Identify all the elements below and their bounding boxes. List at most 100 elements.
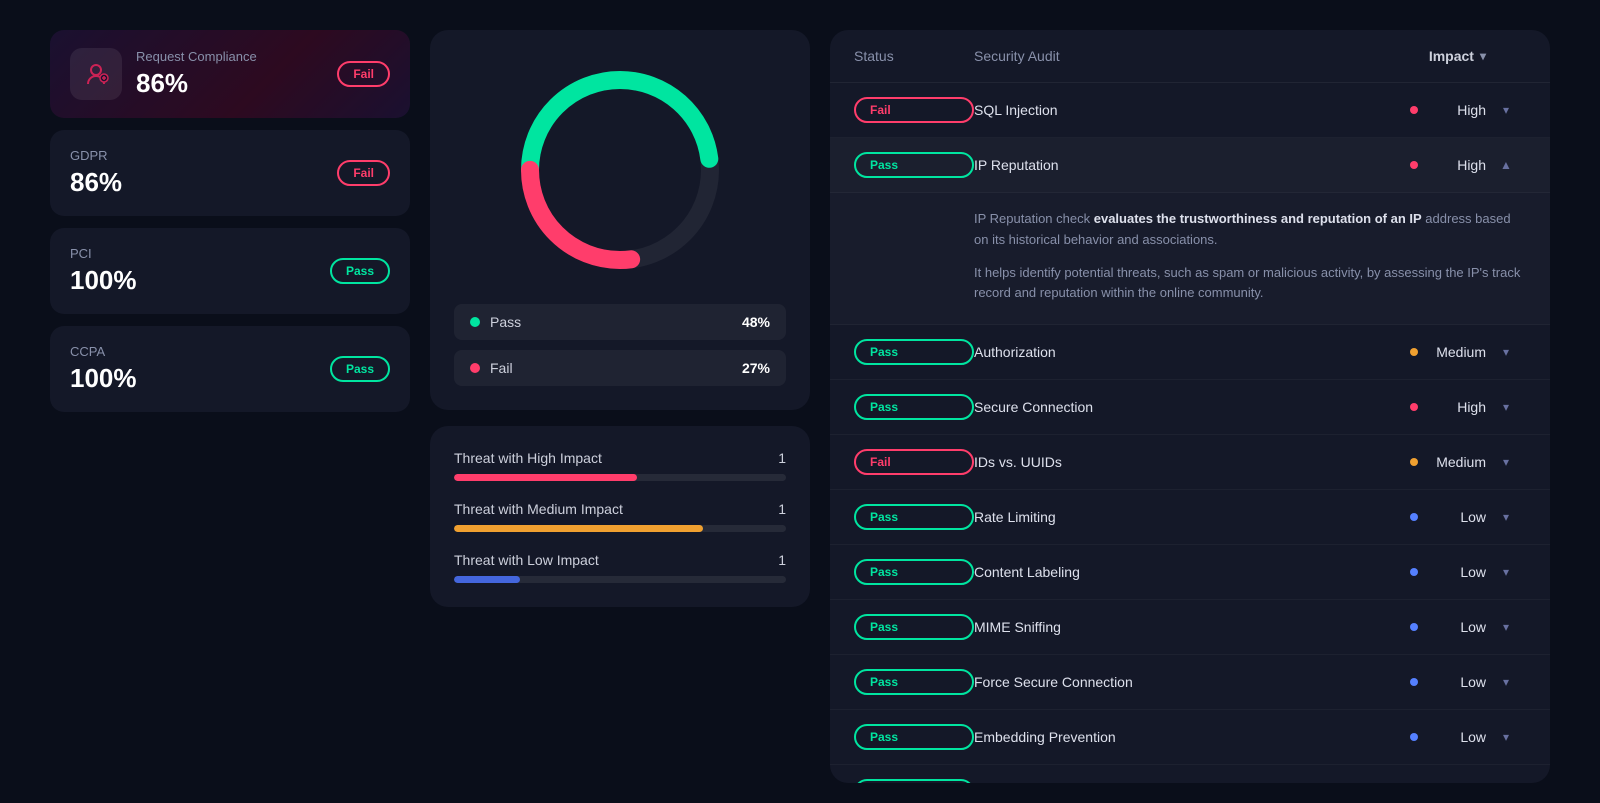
status-badge: Fail [337,160,390,186]
status-badge-7: Pass [854,614,974,640]
impact-dot-0 [1410,106,1418,114]
legend-pass: Pass 48% [454,304,786,340]
expand-btn-8[interactable]: ▾ [1486,675,1526,689]
audit-row-3[interactable]: Pass Secure Connection High ▾ [830,380,1550,435]
audit-name-4: IDs vs. UUIDs [974,454,1410,470]
impact-cell-4: Medium [1410,454,1486,470]
left-column: Request Compliance 86% Fail GDPR 86% Fai… [50,30,410,412]
impact-chevron-icon: ▾ [1480,49,1486,63]
card-value: 86% [136,68,323,99]
threat-row-1: Threat with Medium Impact 1 [454,501,786,532]
audit-row-1[interactable]: Pass IP Reputation High ▲ [830,138,1550,193]
impact-dot-3 [1410,403,1418,411]
expanded-desc2: It helps identify potential threats, suc… [974,263,1526,305]
expanded-content-1: IP Reputation check evaluates the trustw… [830,193,1550,325]
threat-bar-fill [454,525,703,532]
impact-cell-8: Low [1410,674,1486,690]
status-badge-6: Pass [854,559,974,585]
audit-row-2[interactable]: Pass Authorization Medium ▾ [830,325,1550,380]
expand-btn-9[interactable]: ▾ [1486,730,1526,744]
impact-cell-7: Low [1410,619,1486,635]
donut-chart [510,60,730,280]
impact-label-7: Low [1426,619,1486,635]
right-column: Status Security Audit Impact ▾ Fail SQL … [830,30,1550,783]
card-label: Request Compliance [136,49,323,64]
audit-name-7: MIME Sniffing [974,619,1410,635]
audit-row-9[interactable]: Pass Embedding Prevention Low ▾ [830,710,1550,765]
card-value: 100% [70,265,316,296]
impact-label-4: Medium [1426,454,1486,470]
threat-bar-bg [454,474,786,481]
threat-header: Threat with Low Impact 1 [454,552,786,568]
card-text: PCI 100% [70,246,316,296]
audit-row-4[interactable]: Fail IDs vs. UUIDs Medium ▾ [830,435,1550,490]
expand-btn-1[interactable]: ▲ [1486,158,1526,172]
compliance-card-2: PCI 100% Pass [50,228,410,314]
impact-cell-1: High [1410,157,1486,173]
impact-label-5: Low [1426,509,1486,525]
status-badge: Pass [330,356,390,382]
impact-cell-2: Medium [1410,344,1486,360]
audit-row-6[interactable]: Pass Content Labeling Low ▾ [830,545,1550,600]
expanded-desc1: IP Reputation check evaluates the trustw… [974,209,1526,251]
status-badge: Pass [330,258,390,284]
expand-btn-2[interactable]: ▾ [1486,345,1526,359]
expand-btn-5[interactable]: ▾ [1486,510,1526,524]
pass-label: Pass [490,314,732,330]
impact-dot-9 [1410,733,1418,741]
impact-cell-3: High [1410,399,1486,415]
col-status: Status [854,48,974,64]
legend-rows: Pass 48% Fail 27% [454,304,786,386]
middle-column: Pass 48% Fail 27% Threat with High Impac… [430,30,810,607]
impact-label-6: Low [1426,564,1486,580]
threat-count: 1 [778,450,786,466]
impact-label-2: Medium [1426,344,1486,360]
card-text: GDPR 86% [70,148,323,198]
card-value: 86% [70,167,323,198]
audit-row-7[interactable]: Pass MIME Sniffing Low ▾ [830,600,1550,655]
status-badge-9: Pass [854,724,974,750]
threat-bar-bg [454,525,786,532]
audit-header: Status Security Audit Impact ▾ [830,30,1550,83]
fail-dot [470,363,480,373]
audit-name-8: Force Secure Connection [974,674,1410,690]
audit-name-5: Rate Limiting [974,509,1410,525]
threat-row-2: Threat with Low Impact 1 [454,552,786,583]
fail-pct: 27% [742,360,770,376]
card-label: CCPA [70,344,316,359]
card-text: Request Compliance 86% [136,49,323,99]
impact-cell-5: Low [1410,509,1486,525]
audit-row-8[interactable]: Pass Force Secure Connection Low ▾ [830,655,1550,710]
audit-name-1: IP Reputation [974,157,1410,173]
threat-bar-bg [454,576,786,583]
impact-label-1: High [1426,157,1486,173]
card-label: PCI [70,246,316,261]
expand-btn-6[interactable]: ▾ [1486,565,1526,579]
audit-row-0[interactable]: Fail SQL Injection High ▾ [830,83,1550,138]
status-badge-0: Fail [854,97,974,123]
col-audit: Security Audit [974,48,1429,64]
expand-btn-4[interactable]: ▾ [1486,455,1526,469]
audit-name-2: Authorization [974,344,1410,360]
impact-dot-1 [1410,161,1418,169]
status-badge-10: Pass [854,779,974,783]
expand-btn-3[interactable]: ▾ [1486,400,1526,414]
threat-header: Threat with Medium Impact 1 [454,501,786,517]
compliance-card-0: Request Compliance 86% Fail [50,30,410,118]
impact-label-8: Low [1426,674,1486,690]
threat-bar-fill [454,474,637,481]
status-badge-3: Pass [854,394,974,420]
impact-dot-2 [1410,348,1418,356]
col-impact[interactable]: Impact ▾ [1429,48,1486,64]
audit-name-3: Secure Connection [974,399,1410,415]
impact-dot-8 [1410,678,1418,686]
audit-name-0: SQL Injection [974,102,1410,118]
audit-row-5[interactable]: Pass Rate Limiting Low ▾ [830,490,1550,545]
status-badge-8: Pass [854,669,974,695]
expand-btn-7[interactable]: ▾ [1486,620,1526,634]
impact-dot-7 [1410,623,1418,631]
threat-label: Threat with Low Impact [454,552,599,568]
audit-row-10[interactable]: Pass Security Policies Low ▾ [830,765,1550,783]
audit-name-9: Embedding Prevention [974,729,1410,745]
expand-btn-0[interactable]: ▾ [1486,103,1526,117]
